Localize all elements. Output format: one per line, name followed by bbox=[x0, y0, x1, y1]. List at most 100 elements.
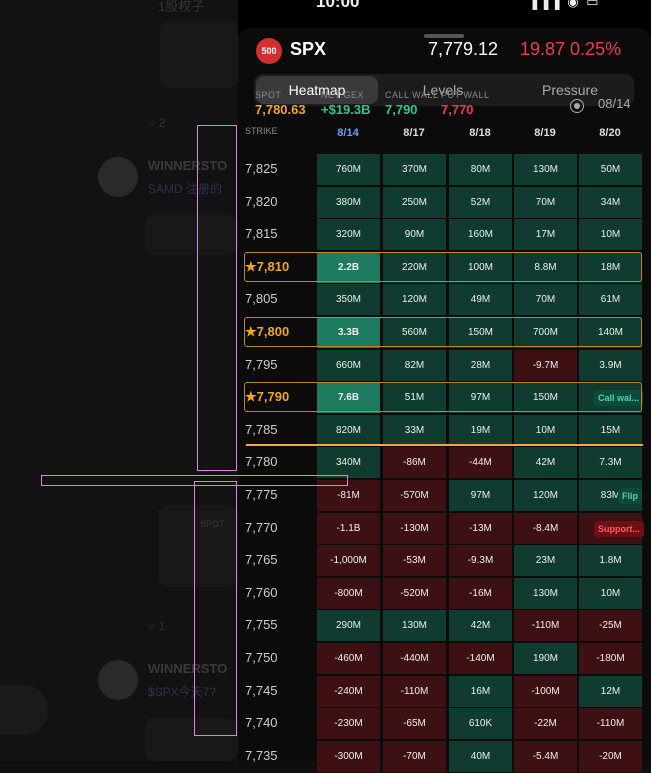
gex-cell[interactable]: -300M bbox=[317, 740, 380, 772]
gex-cell[interactable]: -20M bbox=[579, 740, 642, 772]
gex-cell[interactable]: 97M bbox=[449, 382, 512, 414]
gex-cell[interactable]: -440M bbox=[383, 643, 446, 674]
table-row[interactable]: 7,770-1.1B-130M-13M-8.4M-11MSupport... bbox=[238, 512, 651, 545]
gex-cell[interactable]: 12M bbox=[579, 675, 642, 707]
avatar[interactable] bbox=[98, 660, 138, 700]
gex-cell[interactable]: -570M bbox=[383, 480, 446, 511]
gex-cell[interactable]: -1.1B bbox=[317, 512, 380, 544]
background-comment-count[interactable]: ○ 2 bbox=[148, 116, 165, 130]
gex-cell[interactable]: 350M bbox=[317, 284, 380, 316]
gex-cell[interactable]: 190M bbox=[514, 643, 577, 674]
table-row[interactable]: 7,820 380M 250M 52M 70M 34M bbox=[238, 186, 651, 219]
gex-cell[interactable]: 660M bbox=[317, 349, 380, 381]
gex-cell[interactable]: 100M bbox=[449, 251, 512, 283]
table-row[interactable]: 7,740 -230M -65M 610K -22M -110M bbox=[238, 708, 651, 740]
gex-cell[interactable]: 220M bbox=[383, 251, 446, 283]
gex-cell[interactable]: 130M bbox=[383, 610, 446, 642]
table-row[interactable]: 7,795 660M 82M 28M -9.7M 3.9M bbox=[238, 349, 651, 382]
gex-cell[interactable]: 90M bbox=[383, 219, 446, 251]
gex-cell[interactable]: 820M bbox=[317, 414, 380, 446]
gex-cell[interactable]: -130M bbox=[383, 512, 446, 544]
gex-cell[interactable]: 82M bbox=[383, 349, 446, 381]
gex-cell[interactable]: 28M bbox=[449, 349, 512, 381]
gex-cell[interactable]: 130M bbox=[514, 577, 577, 609]
gex-cell[interactable]: 97M bbox=[449, 480, 512, 511]
gex-cell[interactable]: 140M bbox=[579, 317, 642, 348]
gex-cell[interactable]: -44M bbox=[449, 447, 512, 479]
gex-cell[interactable]: 23M bbox=[514, 545, 577, 577]
gex-cell[interactable]: -53M bbox=[383, 545, 446, 577]
gex-cell[interactable]: 19M bbox=[449, 414, 512, 446]
gex-cell[interactable]: 150M bbox=[449, 317, 512, 348]
table-row[interactable]: 7,750 -460M -440M -140M 190M -180M bbox=[238, 643, 651, 675]
gex-cell[interactable]: 7.6B bbox=[317, 382, 380, 414]
gex-cell[interactable]: 70M bbox=[514, 284, 577, 316]
gex-cell[interactable]: 50M bbox=[579, 154, 642, 185]
gex-cell[interactable]: 10M bbox=[579, 219, 642, 251]
gex-cell[interactable]: 40M bbox=[449, 740, 512, 772]
floating-pill-button[interactable] bbox=[0, 685, 48, 735]
gex-cell[interactable]: 120M bbox=[514, 480, 577, 511]
table-row[interactable]: 7,760 -800M -520M -16M 130M 10M bbox=[238, 577, 651, 610]
gex-cell[interactable]: 70M bbox=[514, 186, 577, 218]
gex-cell[interactable]: 700M bbox=[514, 317, 577, 348]
gex-cell[interactable]: 760M bbox=[317, 154, 380, 185]
table-row[interactable]: 7,745 -240M -110M 16M -100M 12M bbox=[238, 675, 651, 708]
gex-cell[interactable]: 250M bbox=[383, 186, 446, 218]
gex-cell[interactable]: 3.3B bbox=[317, 317, 380, 348]
gex-cell[interactable]: 61M bbox=[579, 284, 642, 316]
table-row[interactable]: 7,815 320M 90M 160M 17M 10M bbox=[238, 219, 651, 251]
gex-cell[interactable]: -110M bbox=[514, 610, 577, 642]
gex-cell[interactable]: -460M bbox=[317, 643, 380, 674]
gex-cell[interactable]: -1,000M bbox=[317, 545, 380, 577]
gex-cell[interactable]: 49M bbox=[449, 284, 512, 316]
table-row[interactable]: ★7,7907.6B51M97M150M35MCall wal... bbox=[238, 382, 651, 414]
table-row[interactable]: 7,735 -300M -70M 40M -5.4M -20M bbox=[238, 740, 651, 773]
gex-cell[interactable]: 1.8M bbox=[579, 545, 642, 577]
gex-cell[interactable]: 290M bbox=[317, 610, 380, 642]
gex-cell[interactable]: 15M bbox=[579, 414, 642, 446]
gex-cell[interactable]: -110M bbox=[579, 708, 642, 740]
gex-cell[interactable]: -800M bbox=[317, 577, 380, 609]
gex-cell[interactable]: 370M bbox=[383, 154, 446, 185]
gex-cell[interactable]: 42M bbox=[514, 447, 577, 479]
gex-cell[interactable]: -110M bbox=[383, 675, 446, 707]
table-row[interactable]: 7,805 350M 120M 49M 70M 61M bbox=[238, 284, 651, 316]
gex-cell[interactable]: 8.8M bbox=[514, 251, 577, 283]
gex-cell[interactable]: -9.7M bbox=[514, 349, 577, 381]
gex-cell[interactable]: 340M bbox=[317, 447, 380, 479]
gex-cell[interactable]: 10M bbox=[514, 414, 577, 446]
gex-cell[interactable]: 610K bbox=[449, 708, 512, 740]
gex-cell[interactable]: 34M bbox=[579, 186, 642, 218]
gex-cell[interactable]: -8.4M bbox=[514, 512, 577, 544]
gex-cell[interactable]: -520M bbox=[383, 577, 446, 609]
avatar[interactable] bbox=[98, 157, 138, 197]
gex-cell[interactable]: 33M bbox=[383, 414, 446, 446]
gex-cell[interactable]: 51M bbox=[383, 382, 446, 414]
gex-cell[interactable]: 7.3M bbox=[579, 447, 642, 479]
gex-cell[interactable]: -5.4M bbox=[514, 740, 577, 772]
gex-cell[interactable]: 52M bbox=[449, 186, 512, 218]
gex-cell[interactable]: 320M bbox=[317, 219, 380, 251]
gex-cell[interactable]: -86M bbox=[383, 447, 446, 479]
background-comment-count[interactable]: ○ 1 bbox=[148, 619, 165, 633]
gex-cell[interactable]: 42M bbox=[449, 610, 512, 642]
gex-cell[interactable]: 80M bbox=[449, 154, 512, 185]
gex-cell[interactable]: 130M bbox=[514, 154, 577, 185]
gex-cell[interactable]: -140M bbox=[449, 643, 512, 674]
gex-cell[interactable]: 16M bbox=[449, 675, 512, 707]
table-row[interactable]: 7,825 760M 370M 80M 130M 50M bbox=[238, 154, 651, 186]
gex-cell[interactable]: -180M bbox=[579, 643, 642, 674]
gex-cell[interactable]: 160M bbox=[449, 219, 512, 251]
table-row[interactable]: ★7,810 2.2B 220M 100M 8.8M 18M bbox=[238, 251, 651, 284]
gex-cell[interactable]: -16M bbox=[449, 577, 512, 609]
gex-cell[interactable]: 3.9M bbox=[579, 349, 642, 381]
gex-cell[interactable]: -65M bbox=[383, 708, 446, 740]
table-row[interactable]: 7,755 290M 130M 42M -110M -25M bbox=[238, 610, 651, 642]
gex-cell[interactable]: -240M bbox=[317, 675, 380, 707]
gex-cell[interactable]: 10M bbox=[579, 577, 642, 609]
gex-cell[interactable]: -22M bbox=[514, 708, 577, 740]
gex-cell[interactable]: -9.3M bbox=[449, 545, 512, 577]
gex-cell[interactable]: 18M bbox=[579, 251, 642, 283]
gex-cell[interactable]: 17M bbox=[514, 219, 577, 251]
